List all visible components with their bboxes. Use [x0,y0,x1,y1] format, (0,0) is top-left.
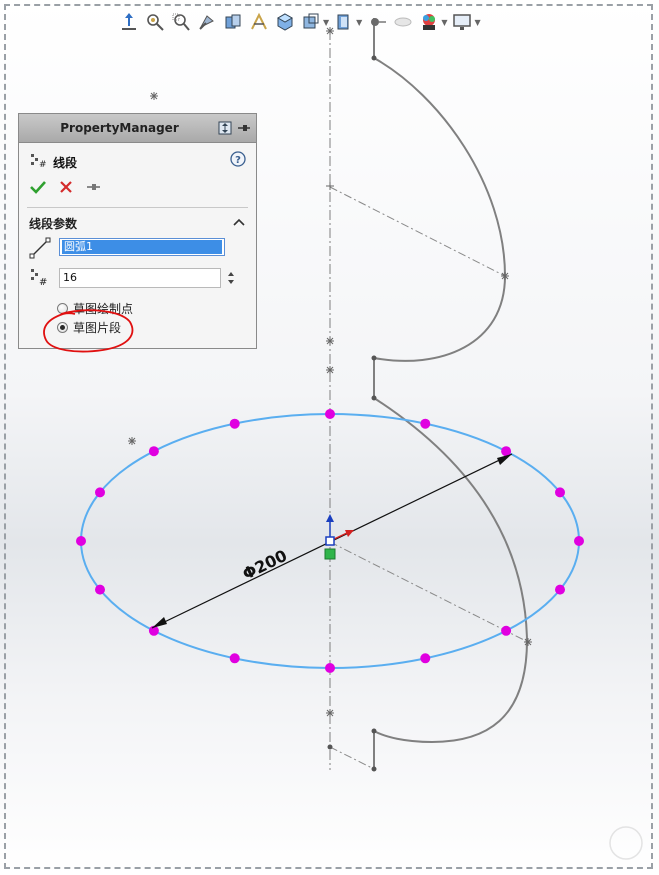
chevron-down-icon[interactable]: ▼ [474,18,480,27]
construction-line [329,186,506,277]
segment-point[interactable] [95,584,105,595]
previous-view-icon[interactable] [196,11,218,33]
segment-point[interactable] [229,418,240,429]
segment-point[interactable] [148,446,159,457]
zoom-to-area-icon[interactable] [170,11,192,33]
segment-point[interactable] [574,536,584,546]
segment-point[interactable] [76,536,86,546]
segment-point[interactable] [420,418,431,429]
chevron-down-icon[interactable]: ▼ [356,18,362,27]
graphics-area[interactable]: Φ200 ▼ ▼ ▼ ▼ PropertyManager # 线段 ? 线段参数… [0,0,659,875]
monitor-icon[interactable] [451,11,473,33]
segment-point[interactable] [420,653,431,664]
section-view-icon[interactable] [222,11,244,33]
segment-point[interactable] [95,487,105,498]
pin-icon[interactable] [236,120,252,136]
display-style-icon[interactable] [300,11,322,33]
construction-line [329,746,375,770]
chevron-down-icon[interactable]: ▼ [323,18,329,27]
heads-up-view-toolbar: ▼ ▼ ▼ ▼ [118,8,518,36]
svg-text:#: # [39,160,47,168]
segment-point[interactable] [325,663,335,673]
segment-point[interactable] [229,653,240,664]
property-manager-header: PropertyManager [19,114,256,143]
sketch-profile[interactable] [373,18,529,769]
view-cube-icon[interactable] [274,11,296,33]
help-icon[interactable]: ? [230,151,246,167]
chevron-up-icon[interactable] [232,214,246,228]
expand-panel-icon[interactable] [217,120,233,136]
watermark-logo [609,826,643,860]
view-settings-icon[interactable] [418,11,440,33]
segment-point[interactable] [555,584,565,595]
diameter-label[interactable]: Φ200 [239,546,290,584]
highlight-annotation [43,309,134,353]
selected-entity-item[interactable]: 圆弧1 [62,240,222,254]
edit-appearance-icon[interactable] [366,11,388,33]
segment-count-icon: # [29,267,51,289]
keep-visible-pin-icon[interactable] [85,178,103,196]
segment-point[interactable] [501,625,512,636]
selected-entities-box[interactable]: 圆弧1 [59,238,225,256]
segment-point[interactable] [325,409,335,419]
segment-feature-icon: # [29,152,47,172]
sketch-entity-icon [29,237,51,259]
dynamic-annotation-icon[interactable] [248,11,270,33]
svg-text:#: # [39,277,47,287]
svg-text:?: ? [235,155,241,166]
ok-check-icon[interactable] [29,178,47,196]
feature-heading: # 线段 [29,152,77,172]
group-title: 线段参数 [29,217,78,231]
apply-scene-icon[interactable] [392,11,414,33]
divider [27,207,248,208]
feature-title: 线段 [53,155,78,170]
chevron-down-icon[interactable]: ▼ [441,18,447,27]
view-orientation-icon[interactable] [118,11,140,33]
segment-count-spinner[interactable] [225,268,237,288]
construction-line [329,541,529,643]
hide-show-items-icon[interactable] [333,11,355,33]
segment-point[interactable] [555,487,565,498]
property-manager-title: PropertyManager [60,121,179,135]
zoom-to-fit-icon[interactable] [144,11,166,33]
segment-count-input[interactable]: 16 [59,268,221,288]
cancel-close-icon[interactable] [57,178,75,196]
